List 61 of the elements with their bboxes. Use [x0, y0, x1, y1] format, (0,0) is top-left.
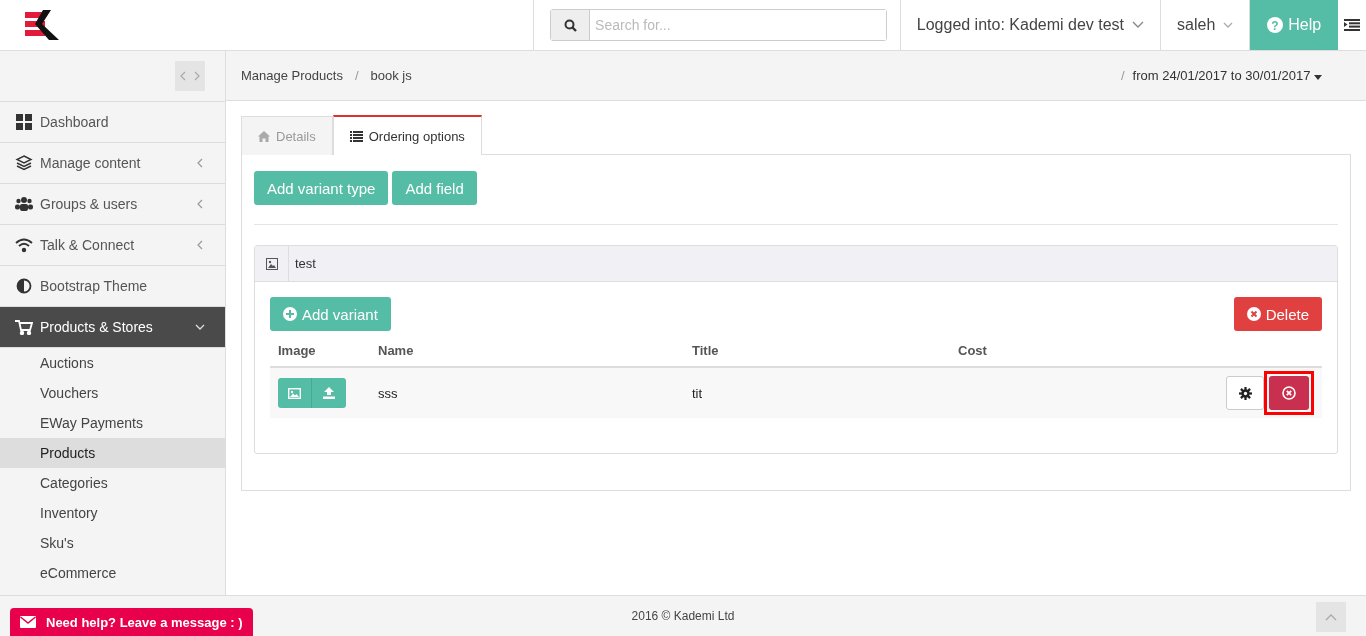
sidebar-subitem[interactable]: Auctions: [0, 348, 225, 378]
breadcrumb-link[interactable]: Manage Products: [241, 68, 343, 83]
search-icon[interactable]: [563, 18, 577, 32]
contrast-icon: [15, 278, 33, 294]
column-header: Image: [278, 343, 316, 358]
table-cell: tit: [692, 385, 703, 401]
sidebar-item[interactable]: Dashboard: [0, 102, 225, 143]
sidebar-item[interactable]: Talk & Connect: [0, 225, 225, 266]
sidebar-subitem[interactable]: Categories: [0, 468, 225, 498]
chevron-up-icon: [1325, 613, 1337, 621]
sidebar-item[interactable]: Groups & users: [0, 184, 225, 225]
breadcrumb-separator: /: [1120, 68, 1125, 83]
upload-icon: [323, 387, 335, 399]
chat-button[interactable]: Need help? Leave a message : ): [10, 608, 253, 636]
home-icon: [258, 130, 270, 142]
sidebar-item[interactable]: Products & Stores: [0, 307, 225, 348]
sidebar-subitem[interactable]: Vouchers: [0, 378, 225, 408]
menu-icon: [1344, 19, 1360, 31]
breadcrumb-separator: /: [354, 68, 359, 83]
chevron-down-icon: [1132, 21, 1145, 29]
panel-title: test: [294, 255, 316, 273]
sidebar-item[interactable]: Manage content: [0, 143, 225, 184]
sidebar-subitem[interactable]: eCommerce: [0, 558, 225, 588]
date-range-dropdown[interactable]: from 24/01/2017 to 30/01/2017: [1132, 68, 1322, 83]
question-icon: ?: [1267, 17, 1284, 33]
sidebar-subitem[interactable]: Inventory: [0, 498, 225, 528]
close-circle-icon: [1246, 307, 1261, 321]
image-icon: [288, 387, 301, 399]
column-header: Name: [378, 343, 414, 358]
copyright-text: 2016 © Kademi Ltd: [631, 609, 735, 623]
sidebar-subitem[interactable]: EWay Payments: [0, 408, 225, 438]
chevron-down-icon: [195, 322, 205, 332]
chevron-left-icon: [195, 199, 205, 209]
sidebar-subitem[interactable]: Sku's: [0, 528, 225, 558]
wifi-icon: [15, 237, 33, 253]
list-icon: [349, 130, 363, 142]
users-icon: [15, 196, 33, 212]
settings-icon: [1238, 386, 1252, 400]
tab[interactable]: Ordering options: [332, 115, 482, 155]
table-cell: sss: [378, 385, 398, 401]
cart-icon: [15, 319, 33, 335]
image-icon: [265, 257, 278, 270]
column-header: Cost: [958, 343, 987, 358]
chevrons-icon: [180, 71, 200, 81]
chevron-left-icon: [195, 240, 205, 250]
chevron-down-icon: [1223, 21, 1234, 29]
logo-icon[interactable]: [25, 10, 59, 40]
grid-icon: [15, 114, 33, 130]
breadcrumb-link[interactable]: book js: [370, 68, 412, 83]
close-circle-icon: [1282, 386, 1296, 400]
caret-icon: [1314, 75, 1322, 80]
column-header: Title: [692, 343, 719, 358]
delete-button[interactable]: Delete: [1233, 297, 1322, 331]
plus-circle-icon: [283, 307, 297, 321]
chevron-left-icon: [195, 158, 205, 168]
layers-icon: [15, 155, 33, 171]
sidebar-subitem[interactable]: Products: [0, 438, 225, 468]
search-field[interactable]: Search for...: [550, 9, 888, 41]
image-button[interactable]: [278, 378, 312, 408]
envelope-icon: [20, 616, 36, 628]
settings-button[interactable]: [1226, 376, 1264, 410]
